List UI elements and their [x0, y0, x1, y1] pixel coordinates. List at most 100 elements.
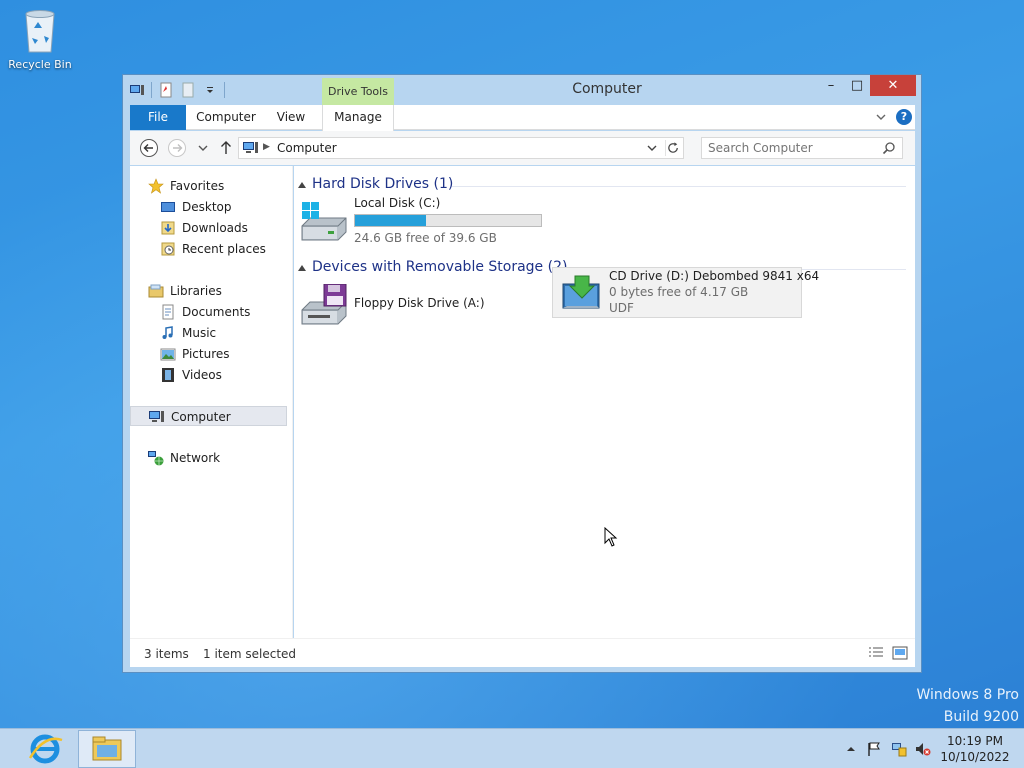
taskbar-internet-explorer[interactable] [16, 730, 74, 768]
quick-access-toolbar [129, 81, 225, 99]
nav-libraries-label: Libraries [170, 284, 222, 298]
pictures-icon [160, 348, 176, 361]
nav-music[interactable]: Music [160, 323, 288, 343]
nav-libraries[interactable]: Libraries [148, 281, 288, 301]
nav-computer-label: Computer [171, 410, 231, 424]
internet-explorer-icon [28, 734, 63, 764]
nav-computer[interactable]: Computer [130, 406, 287, 426]
nav-desktop[interactable]: Desktop [160, 197, 288, 217]
cd-drive-icon [562, 275, 600, 309]
tab-manage[interactable]: Manage [322, 105, 394, 131]
action-center-flag-icon[interactable] [866, 741, 882, 757]
address-history-chevron-icon[interactable] [646, 141, 658, 155]
content-pane[interactable]: Hard Disk Drives (1) Local Disk (C:) 24.… [294, 166, 915, 638]
clock-date: 10/10/2022 [940, 750, 1010, 764]
close-button[interactable]: ✕ [870, 75, 916, 96]
breadcrumb-separator-icon[interactable]: ▶ [263, 142, 270, 152]
watermark-edition: Windows 8 Pro [916, 687, 1019, 703]
recycle-bin-desktop-icon[interactable]: Recycle Bin [6, 6, 74, 71]
nav-recent-places[interactable]: Recent places [160, 239, 288, 259]
drive-tools-context-tab: Drive Tools [322, 78, 394, 106]
new-folder-icon[interactable] [180, 82, 196, 98]
toolbar-separator [224, 82, 225, 98]
explorer-window[interactable]: Drive Tools Computer – □ ✕ File Computer… [122, 74, 922, 673]
windows-edition-watermark: Windows 8 Pro Build 9200 [916, 684, 1019, 728]
network-status-icon[interactable] [891, 741, 907, 757]
taskbar: 10:19 PM 10/10/2022 [0, 728, 1024, 768]
up-arrow-icon[interactable] [216, 138, 236, 158]
taskbar-clock[interactable]: 10:19 PM 10/10/2022 [934, 733, 1016, 765]
maximize-button[interactable]: □ [844, 75, 870, 96]
favorites-star-icon [148, 178, 164, 194]
back-arrow-icon[interactable] [139, 138, 159, 158]
watermark-build: Build 9200 [943, 709, 1019, 725]
expand-ribbon-chevron-icon[interactable] [874, 110, 888, 124]
clock-time: 10:19 PM [947, 734, 1003, 748]
volume-muted-icon[interactable] [915, 741, 931, 757]
drive-tile-cd-d[interactable]: CD Drive (D:) Debombed 9841 x64 0 bytes … [552, 267, 819, 318]
customize-dropdown-icon[interactable] [202, 82, 218, 98]
nav-downloads-label: Downloads [182, 221, 248, 235]
mouse-cursor-icon [604, 527, 618, 547]
music-icon [162, 326, 173, 339]
help-button[interactable]: ? [896, 109, 912, 125]
forward-arrow-icon[interactable] [167, 138, 187, 158]
drive-name: Local Disk (C:) [354, 196, 441, 210]
computer-icon [149, 411, 164, 422]
status-bar: 3 items 1 item selected [130, 638, 915, 667]
nav-recent-places-label: Recent places [182, 242, 266, 256]
downloads-icon [161, 221, 175, 235]
large-icons-view-icon[interactable] [892, 646, 908, 660]
window-title: Computer [572, 81, 642, 97]
taskbar-file-explorer[interactable] [78, 730, 136, 768]
recycle-bin-icon [25, 10, 55, 53]
drive-file-system: UDF [609, 301, 634, 315]
drive-tile-floppy-a[interactable]: Floppy Disk Drive (A:) [300, 280, 546, 332]
tab-computer[interactable]: Computer [194, 105, 258, 130]
tab-view[interactable]: View [274, 105, 308, 130]
nav-favorites[interactable]: Favorites [148, 176, 288, 196]
videos-icon [162, 368, 174, 382]
recent-locations-chevron-icon[interactable] [193, 138, 213, 158]
network-icon [148, 451, 164, 466]
drive-name: CD Drive (D:) Debombed 9841 x64 [609, 269, 820, 283]
address-bar[interactable]: ▶ Computer [238, 137, 684, 159]
group-divider [452, 186, 906, 187]
drive-free-space: 24.6 GB free of 39.6 GB [354, 231, 497, 245]
tab-file[interactable]: File [130, 105, 186, 130]
nav-desktop-label: Desktop [182, 200, 232, 214]
nav-videos[interactable]: Videos [160, 365, 288, 385]
drive-usage-bar [354, 214, 542, 227]
drive-free-space: 0 bytes free of 4.17 GB [609, 285, 749, 299]
group-title: Devices with Removable Storage (2) [312, 259, 568, 275]
collapse-group-icon[interactable] [298, 182, 306, 188]
title-bar[interactable]: Drive Tools Computer – □ ✕ [123, 75, 921, 106]
libraries-icon [148, 284, 164, 298]
breadcrumb-computer[interactable]: Computer [277, 141, 337, 155]
search-input[interactable] [708, 140, 878, 156]
details-view-icon[interactable] [868, 646, 884, 660]
show-hidden-icons-chevron-icon[interactable] [843, 741, 859, 757]
status-item-count: 3 items [144, 647, 189, 661]
hard-drive-icon [301, 202, 347, 241]
group-header-hard-disk-drives[interactable]: Hard Disk Drives (1) [294, 176, 906, 196]
nav-network[interactable]: Network [148, 448, 288, 468]
computer-location-icon [243, 142, 258, 153]
drive-tile-local-disk-c[interactable]: Local Disk (C:) 24.6 GB free of 39.6 GB [300, 196, 546, 248]
ribbon-tabs: File Computer View Manage ? [130, 105, 915, 131]
drive-usage-fill [355, 215, 426, 226]
nav-documents[interactable]: Documents [160, 302, 288, 322]
nav-pictures[interactable]: Pictures [160, 344, 288, 364]
computer-small-icon[interactable] [129, 82, 145, 98]
nav-downloads[interactable]: Downloads [160, 218, 288, 238]
properties-icon[interactable] [158, 82, 174, 98]
refresh-icon[interactable] [665, 140, 681, 156]
recent-places-icon [161, 242, 175, 256]
nav-pictures-label: Pictures [182, 347, 230, 361]
search-box[interactable] [701, 137, 903, 159]
group-title: Hard Disk Drives (1) [312, 176, 454, 192]
nav-favorites-label: Favorites [170, 179, 225, 193]
minimize-button[interactable]: – [818, 75, 844, 96]
collapse-group-icon[interactable] [298, 265, 306, 271]
search-icon[interactable] [882, 141, 896, 155]
